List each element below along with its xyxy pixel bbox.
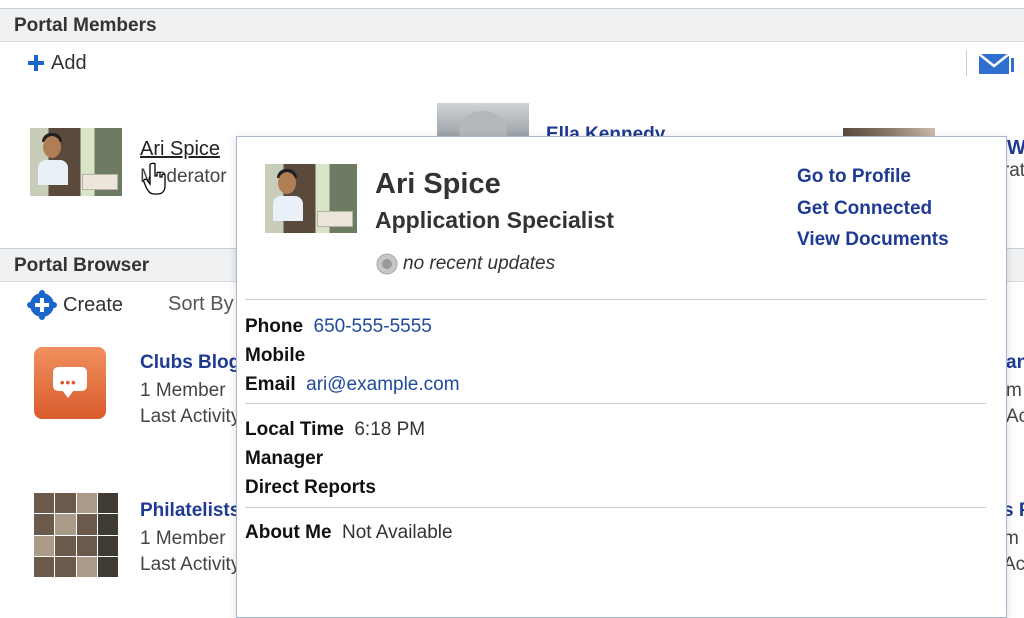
sort-by-control[interactable]: Sort By — [168, 293, 236, 316]
popup-name: Ari Spice — [375, 168, 501, 200]
create-button[interactable]: Create — [27, 290, 124, 320]
portal-members-header: Portal Members — [0, 8, 1024, 42]
view-documents-link[interactable]: View Documents — [797, 224, 949, 256]
third-member-link[interactable]: Jen W — [1005, 137, 1024, 160]
philatelists-link[interactable]: Philatelists — [140, 500, 236, 522]
go-to-profile-link[interactable]: Go to Profile — [797, 161, 949, 193]
status-icon — [376, 253, 398, 275]
divider — [245, 507, 986, 508]
clubs-blog-icon[interactable]: ••• — [34, 347, 106, 419]
clubs-blog-link[interactable]: Clubs Blog — [140, 352, 236, 374]
portal-browser-title: Portal Browser — [14, 255, 150, 276]
get-connected-link[interactable]: Get Connected — [797, 193, 949, 225]
direct-reports-label: Direct Reports — [245, 477, 376, 498]
right-portal-1-activity: Ac — [1006, 406, 1024, 427]
right-portal-1-members: m — [1006, 380, 1022, 401]
ari-spice-avatar[interactable] — [30, 128, 122, 196]
divider — [245, 299, 986, 300]
manager-label: Manager — [245, 448, 324, 469]
philatelists-icon[interactable] — [34, 493, 118, 577]
divider — [245, 403, 986, 404]
local-time-label: Local Time — [245, 419, 344, 440]
popup-job-title: Application Specialist — [375, 207, 614, 233]
philatelists-activity: Last Activity — [140, 554, 236, 575]
about-me-label: About Me — [245, 522, 332, 543]
add-member-button[interactable]: Add — [26, 50, 87, 76]
email-value[interactable]: ari@example.com — [306, 374, 459, 395]
local-time-value: 6:18 PM — [354, 419, 426, 440]
philatelists-members: 1 Member — [140, 528, 226, 549]
right-portal-1-name[interactable]: an — [1006, 352, 1024, 374]
phone-value[interactable]: 650-555-5555 — [314, 316, 432, 337]
third-member-role: Operator — [1005, 160, 1024, 181]
ella-kennedy-link[interactable]: Ella Kennedy — [546, 124, 686, 136]
plus-icon — [28, 55, 44, 71]
about-me-value: Not Available — [342, 522, 453, 543]
portal-members-title: Portal Members — [14, 15, 157, 36]
popup-avatar — [265, 164, 357, 233]
clubs-blog-activity: Last Activity — [140, 406, 236, 427]
mail-icon — [978, 53, 1014, 74]
ella-kennedy-avatar[interactable] — [437, 103, 529, 136]
popup-status: no recent updates — [375, 252, 555, 276]
third-member-avatar[interactable] — [843, 128, 935, 136]
mobile-label: Mobile — [245, 345, 306, 366]
add-label: Add — [51, 51, 87, 74]
status-text: no recent updates — [403, 253, 556, 274]
create-label: Create — [63, 293, 124, 316]
phone-label: Phone — [245, 316, 304, 337]
clubs-blog-members: 1 Member — [140, 380, 226, 401]
toolbar-divider — [966, 50, 967, 76]
cursor-hand-icon — [143, 162, 166, 195]
ari-spice-link[interactable]: Ari Spice — [140, 138, 220, 161]
create-icon — [27, 290, 57, 320]
message-button[interactable] — [978, 52, 1014, 81]
email-label: Email — [245, 374, 296, 395]
